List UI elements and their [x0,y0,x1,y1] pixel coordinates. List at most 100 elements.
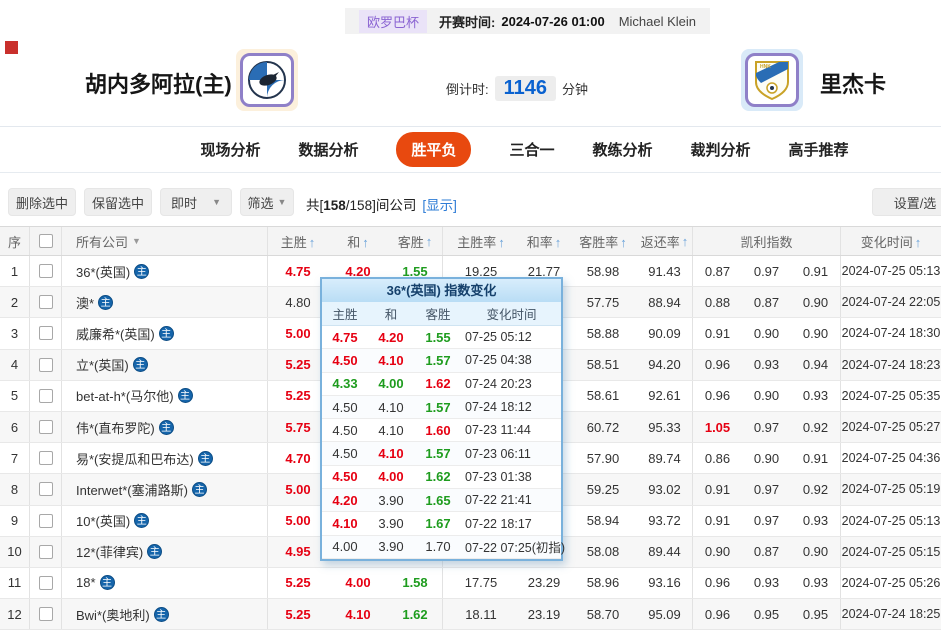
kelly-value: 0.93 [803,575,828,590]
row-checkbox[interactable] [39,389,53,403]
popup-draw-odds: 3.90 [368,493,414,508]
home-crest-frame [240,53,294,107]
company-cell[interactable]: 36*(英国)主 [62,256,268,286]
company-count-prefix: 共[ [306,198,323,213]
company-name[interactable]: 36*(英国) [76,262,130,281]
away-odds-value: 1.62 [402,607,427,622]
kelly-1: 0.96 [693,357,742,372]
home-odds[interactable]: 5.00 [268,482,328,497]
home-odds[interactable]: 4.75 [268,264,328,279]
kelly-2: 0.97 [742,264,791,279]
league-badge[interactable]: 欧罗巴杯 [359,10,427,33]
tab-coach-analysis[interactable]: 教练分析 [593,139,653,160]
home-odds[interactable]: 5.25 [268,388,328,403]
kelly-2: 0.90 [742,326,791,341]
col-draw-odds[interactable]: 和↑ [328,232,388,251]
home-odds[interactable]: 5.75 [268,420,328,435]
company-name[interactable]: 立*(英国) [76,355,129,374]
home-odds[interactable]: 5.00 [268,513,328,528]
company-name[interactable]: 威廉希*(英国) [76,324,155,343]
filter-dropdown[interactable]: 筛选 ▼ [240,188,294,216]
kelly-1: 0.88 [693,295,742,310]
col-company[interactable]: 所有公司 ▼ [62,227,268,255]
company-name[interactable]: Interwet*(塞浦路斯) [76,480,188,499]
change-time: 2024-07-25 05:13 [841,514,941,528]
analysis-tab-bar: 现场分析 数据分析 胜平负 三合一 教练分析 裁判分析 高手推荐 [0,127,941,173]
col-draw-rate[interactable]: 和率↑ [519,232,569,251]
company-name[interactable]: 12*(菲律宾) [76,542,143,561]
delete-selected-button[interactable]: 删除选中 [8,188,76,216]
draw-odds[interactable]: 4.10 [328,607,388,622]
col-home-odds[interactable]: 主胜↑ [268,232,328,251]
draw-odds[interactable]: 4.00 [328,575,388,590]
col-away-odds[interactable]: 客胜↑ [388,227,443,255]
home-odds[interactable]: 5.25 [268,357,328,372]
home-odds[interactable]: 5.00 [268,326,328,341]
home-odds[interactable]: 4.70 [268,451,328,466]
company-cell[interactable]: 威廉希*(英国)主 [62,318,268,348]
row-checkbox[interactable] [39,451,53,465]
company-cell[interactable]: 立*(英国)主 [62,350,268,380]
col-away-rate[interactable]: 客胜率↑ [569,232,637,251]
tab-data-analysis[interactable]: 数据分析 [298,139,358,160]
settings-button[interactable]: 设置/选 [872,188,941,216]
home-odds[interactable]: 4.80 [268,295,328,310]
col-payout-rate[interactable]: 返还率↑ [637,227,693,255]
popup-history-row: 4.504.101.5707-23 06:11 [322,442,561,465]
row-checkbox[interactable] [39,326,53,340]
odds-time-dropdown[interactable]: 即时 ▼ [160,188,232,216]
kelly-3: 0.95 [791,599,841,629]
company-cell[interactable]: Bwi*(奥地利)主 [62,599,268,629]
company-cell[interactable]: 18*主 [62,568,268,598]
company-cell[interactable]: 伟*(直布罗陀)主 [62,412,268,442]
home-odds[interactable]: 5.25 [268,607,328,622]
keep-selected-button[interactable]: 保留选中 [84,188,152,216]
company-name[interactable]: bet-at-h*(马尔他) [76,386,174,405]
popup-change-time: 07-25 05:12 [462,330,561,344]
company-cell[interactable]: bet-at-h*(马尔他)主 [62,381,268,411]
tab-live-analysis[interactable]: 现场分析 [200,139,260,160]
kelly-2: 0.90 [742,388,791,403]
show-link[interactable]: [显示] [422,198,457,213]
popup-history-row: 4.504.001.6207-23 01:38 [322,466,561,489]
away-odds[interactable]: 1.62 [388,599,443,629]
col-home-rate[interactable]: 主胜率↑ [443,232,519,251]
row-checkbox[interactable] [39,607,53,621]
popup-history-row: 4.103.901.6707-22 18:17 [322,512,561,535]
away-rate: 59.25 [569,482,637,497]
company-cell[interactable]: 澳*主 [62,287,268,317]
popup-draw-odds: 4.10 [368,423,414,438]
row-checkbox[interactable] [39,482,53,496]
row-checkbox[interactable] [39,358,53,372]
company-name[interactable]: 澳* [76,293,94,312]
company-name[interactable]: 18* [76,575,96,590]
change-time: 2024-07-25 05:15 [841,545,941,559]
company-cell[interactable]: 12*(菲律宾)主 [62,537,268,567]
select-all-checkbox-cell [30,227,62,255]
company-name[interactable]: 伟*(直布罗陀) [76,418,155,437]
row-checkbox[interactable] [39,514,53,528]
company-cell[interactable]: Interwet*(塞浦路斯)主 [62,474,268,504]
tab-win-draw-lose[interactable]: 胜平负 [396,132,471,167]
col-change-time[interactable]: 变化时间↑ [841,232,941,251]
tab-three-in-one[interactable]: 三合一 [509,139,554,160]
company-name[interactable]: 10*(英国) [76,511,130,530]
home-odds[interactable]: 4.95 [268,544,328,559]
company-cell[interactable]: 易*(安提瓜和巴布达)主 [62,443,268,473]
company-name[interactable]: Bwi*(奥地利) [76,605,150,624]
away-odds[interactable]: 1.58 [388,568,443,598]
row-checkbox[interactable] [39,576,53,590]
select-all-checkbox[interactable] [39,234,53,248]
filter-dropdown-label: 筛选 [248,193,274,212]
row-checkbox[interactable] [39,545,53,559]
row-checkbox[interactable] [39,420,53,434]
company-cell[interactable]: 10*(英国)主 [62,506,268,536]
company-name[interactable]: 易*(安提瓜和巴布达) [76,449,194,468]
home-odds[interactable]: 5.25 [268,575,328,590]
tab-referee-analysis[interactable]: 裁判分析 [691,139,751,160]
popup-away-odds: 1.55 [414,330,462,345]
home-team-crest-icon [236,49,298,111]
row-checkbox[interactable] [39,295,53,309]
row-checkbox[interactable] [39,264,53,278]
tab-expert-recommend[interactable]: 高手推荐 [789,139,849,160]
